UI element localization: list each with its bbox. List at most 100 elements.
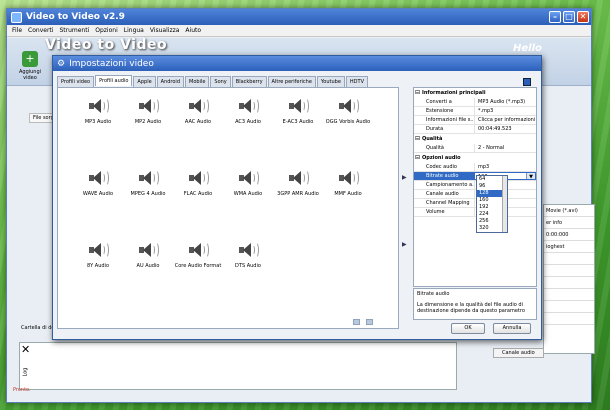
add-video-button[interactable]: + Aggiungi video xyxy=(15,51,45,81)
tab-hdtv[interactable]: HDTV xyxy=(345,76,368,87)
prop-channel-mapping[interactable]: Channel Mapping xyxy=(414,199,536,208)
section-audio-options[interactable]: Opzioni audio xyxy=(414,153,536,163)
list-view-icon[interactable] xyxy=(366,319,373,325)
audio-format-item[interactable]: E-AC3 Audio xyxy=(272,96,324,125)
prop-row[interactable] xyxy=(544,265,594,277)
dropdown-scrollbar[interactable] xyxy=(502,176,507,232)
audio-format-label: AU Audio xyxy=(136,263,160,269)
prop-row[interactable] xyxy=(544,301,594,313)
tab-altre-periferiche[interactable]: Altre periferiche xyxy=(267,76,316,87)
prop-estensione[interactable]: Estensione *.mp3 xyxy=(414,107,536,116)
main-title: Video to Video v2.9 xyxy=(26,12,125,22)
audio-format-item[interactable]: Core Audio Format xyxy=(172,240,224,269)
audio-channel-field[interactable]: Canale audio xyxy=(493,348,544,358)
app-icon xyxy=(11,11,22,23)
audio-format-item[interactable]: MMF Audio xyxy=(322,168,374,197)
audio-format-item[interactable]: AC3 Audio xyxy=(222,96,274,125)
tab-sony[interactable]: Sony xyxy=(210,76,231,87)
audio-format-item[interactable]: MP3 Audio xyxy=(72,96,124,125)
audio-format-item[interactable]: WAVE Audio xyxy=(72,168,124,197)
close-button[interactable]: ✕ xyxy=(577,11,589,23)
menu-converti[interactable]: Converti xyxy=(28,27,53,34)
section-quality[interactable]: Qualità xyxy=(414,134,536,144)
save-icon[interactable] xyxy=(523,78,531,86)
description-title: Bitrate audio xyxy=(417,291,450,297)
audio-format-item[interactable]: MP2 Audio xyxy=(122,96,174,125)
prop-codec-audio[interactable]: Codec audio mp3 xyxy=(414,163,536,172)
prop-campionamento[interactable]: Campionamento a... xyxy=(414,181,536,190)
ok-button[interactable]: OK xyxy=(451,323,485,334)
audio-format-item[interactable]: 8Y Audio xyxy=(72,240,124,269)
prop-file-info[interactable]: Informazioni file s... Clicca per informa… xyxy=(414,116,536,125)
splitter[interactable]: ▶ ▶ xyxy=(402,174,407,308)
prop-row[interactable]: ioghest xyxy=(544,241,594,253)
audio-format-item[interactable]: MPEG 4 Audio xyxy=(122,168,174,197)
menu-lingua[interactable]: Lingua xyxy=(124,27,144,34)
speaker-icon xyxy=(87,240,109,260)
audio-format-label: DTS Audio xyxy=(235,263,261,269)
speaker-icon xyxy=(187,96,209,116)
dialog-title: Impostazioni video xyxy=(69,58,154,69)
prop-row[interactable] xyxy=(544,253,594,265)
audio-format-item[interactable]: AAC Audio xyxy=(172,96,224,125)
prop-row[interactable] xyxy=(544,289,594,301)
prop-bitrate-audio[interactable]: Bitrate audio128▼ xyxy=(414,172,536,181)
status-text: Pronto. xyxy=(13,387,31,393)
section-main-info[interactable]: Informazioni principali xyxy=(414,88,536,98)
tab-profili-audio[interactable]: Profili audio xyxy=(95,75,133,86)
output-properties-panel: Movie (*.avi) er info 0:00:000 ioghest xyxy=(543,204,595,354)
prop-row[interactable]: er info xyxy=(544,217,594,229)
dialog-title-bar: ⚙ Impostazioni video xyxy=(53,56,541,71)
menu-visualizza[interactable]: Visualizza xyxy=(150,27,180,34)
tab-profili-video[interactable]: Profili video xyxy=(57,76,95,87)
audio-format-item[interactable]: DTS Audio xyxy=(222,240,274,269)
cancel-button[interactable]: Annulla xyxy=(493,323,531,334)
view-mode-toggle xyxy=(353,319,373,325)
speaker-icon xyxy=(187,168,209,188)
prop-qualita[interactable]: Qualità 2 - Normal xyxy=(414,144,536,153)
audio-format-item[interactable]: OGG Vorbis Audio xyxy=(322,96,374,125)
prop-row[interactable]: Movie (*.avi) xyxy=(544,205,594,217)
prop-converti-a[interactable]: Converti a MP3 Audio (*.mp3) xyxy=(414,98,536,107)
speaker-icon xyxy=(287,96,309,116)
minimize-button[interactable]: – xyxy=(549,11,561,23)
log-close-icon[interactable]: ✕ xyxy=(21,343,30,356)
menu-aiuto[interactable]: Aiuto xyxy=(185,27,201,34)
audio-format-label: AAC Audio xyxy=(184,119,212,125)
prop-volume[interactable]: Volume xyxy=(414,208,536,217)
audio-format-label: E-AC3 Audio xyxy=(282,119,314,125)
prop-row[interactable]: 0:00:000 xyxy=(544,229,594,241)
chevron-down-icon[interactable]: ▼ xyxy=(526,173,535,179)
audio-format-label: MP2 Audio xyxy=(134,119,162,125)
audio-format-label: Core Audio Format xyxy=(174,263,222,269)
tab-mobile[interactable]: Mobile xyxy=(185,76,210,87)
prop-row[interactable] xyxy=(544,277,594,289)
prop-canale-audio[interactable]: Canale audio xyxy=(414,190,536,199)
log-label: Log xyxy=(22,367,29,377)
menu-file[interactable]: File xyxy=(12,27,22,34)
speaker-icon xyxy=(237,96,259,116)
audio-format-label: AC3 Audio xyxy=(235,119,261,125)
speaker-icon xyxy=(337,96,359,116)
audio-format-item[interactable]: FLAC Audio xyxy=(172,168,224,197)
main-title-bar: Video to Video v2.9 – □ ✕ xyxy=(7,9,591,25)
speaker-icon xyxy=(337,168,359,188)
menu-opzioni[interactable]: Opzioni xyxy=(95,27,118,34)
large-icons-view-icon[interactable] xyxy=(353,319,360,325)
audio-format-item[interactable]: 3GPP AMR Audio xyxy=(272,168,324,197)
prop-row[interactable] xyxy=(544,313,594,325)
tab-apple[interactable]: Apple xyxy=(133,76,156,87)
maximize-button[interactable]: □ xyxy=(563,11,575,23)
speaker-icon xyxy=(87,168,109,188)
tab-youtube[interactable]: Youtube xyxy=(316,76,345,87)
speaker-icon xyxy=(287,168,309,188)
tab-blackberry[interactable]: Blackberry xyxy=(231,76,267,87)
speaker-icon xyxy=(87,96,109,116)
app-banner-title: Video to Video xyxy=(45,37,168,53)
speaker-icon xyxy=(237,240,259,260)
tab-android[interactable]: Android xyxy=(156,76,184,87)
prop-durata[interactable]: Durata 00:04:49.523 xyxy=(414,125,536,134)
menu-strumenti[interactable]: Strumenti xyxy=(59,27,89,34)
audio-format-item[interactable]: WMA Audio xyxy=(222,168,274,197)
audio-format-item[interactable]: AU Audio xyxy=(122,240,174,269)
